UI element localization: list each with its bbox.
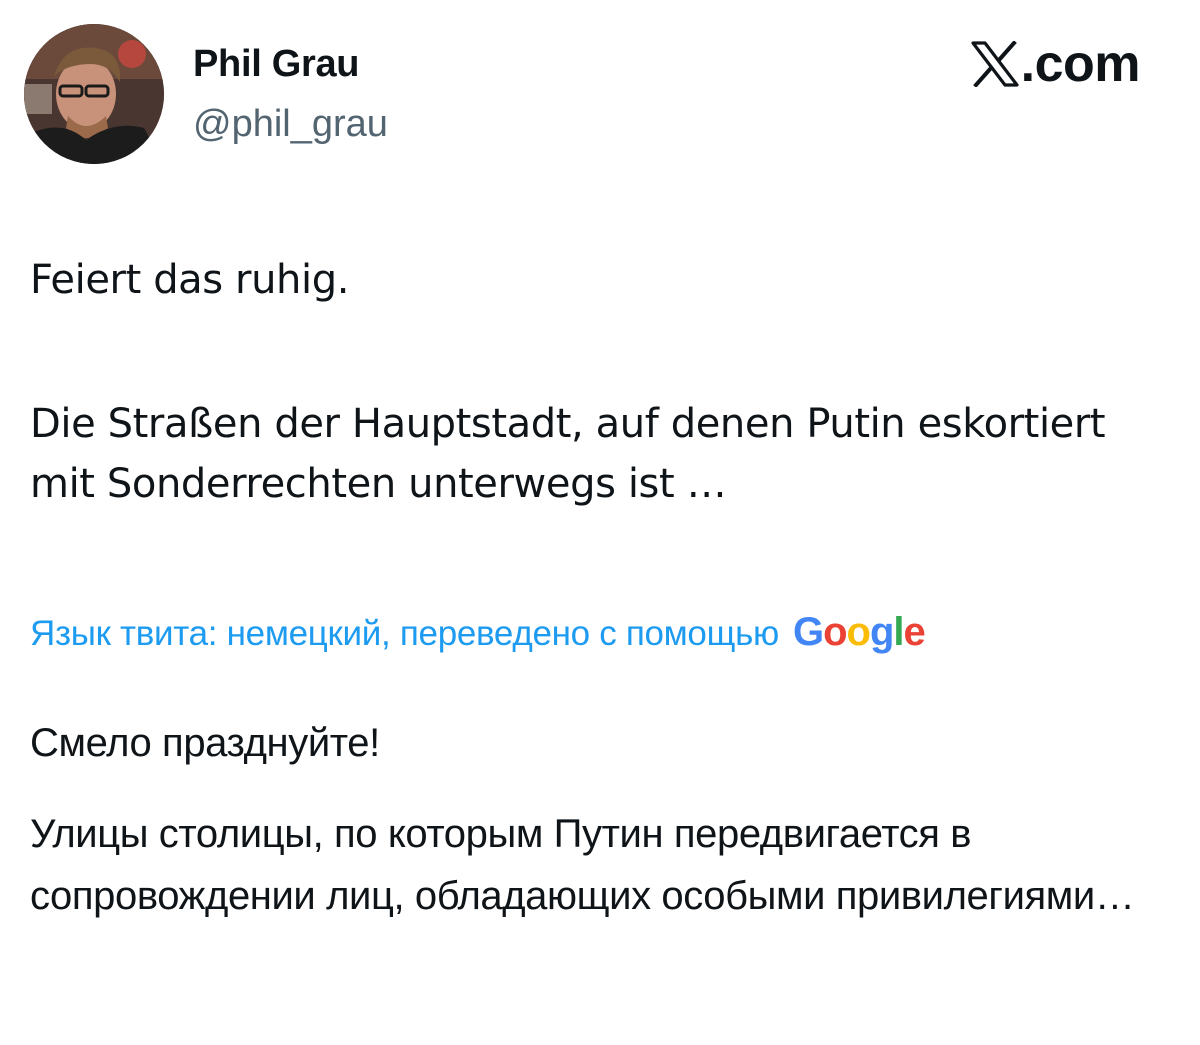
google-letter: o bbox=[846, 610, 871, 654]
tweet-original-text: Feiert das ruhig. Die Straßen der Haupts… bbox=[30, 250, 1150, 514]
google-letter: G bbox=[792, 610, 824, 654]
translation-note-text[interactable]: Язык твита: немецкий, переведено с помощ… bbox=[30, 614, 779, 654]
avatar[interactable] bbox=[24, 24, 164, 164]
google-letter: l bbox=[893, 610, 904, 654]
tweet-original-paragraph: Die Straßen der Hauptstadt, auf denen Pu… bbox=[30, 401, 1106, 507]
tweet-translated-paragraph: Улицы столицы, по которым Путин передвиг… bbox=[30, 812, 1135, 918]
translation-note[interactable]: Язык твита: немецкий, переведено с помощ… bbox=[30, 610, 926, 655]
author-handle[interactable]: @phil_grau bbox=[193, 100, 388, 148]
google-letter: g bbox=[869, 610, 894, 654]
google-letter: e bbox=[903, 610, 926, 654]
tweet-translated-text: Смело празднуйте! Улицы столицы, по кото… bbox=[30, 715, 1180, 927]
google-letter: o bbox=[823, 610, 847, 654]
tweet-card: Phil Grau @phil_grau .com Feiert das ruh… bbox=[0, 0, 1200, 1045]
site-brand: .com bbox=[971, 35, 1141, 93]
avatar-photo-icon bbox=[24, 24, 164, 164]
brand-domain-text: .com bbox=[1020, 35, 1141, 93]
author-name[interactable]: Phil Grau bbox=[193, 40, 360, 88]
tweet-translated-line: Смело празднуйте! bbox=[30, 721, 380, 765]
tweet-original-line: Feiert das ruhig. bbox=[30, 257, 350, 303]
x-logo-icon bbox=[971, 41, 1019, 87]
google-logo-icon: Google bbox=[792, 610, 926, 655]
